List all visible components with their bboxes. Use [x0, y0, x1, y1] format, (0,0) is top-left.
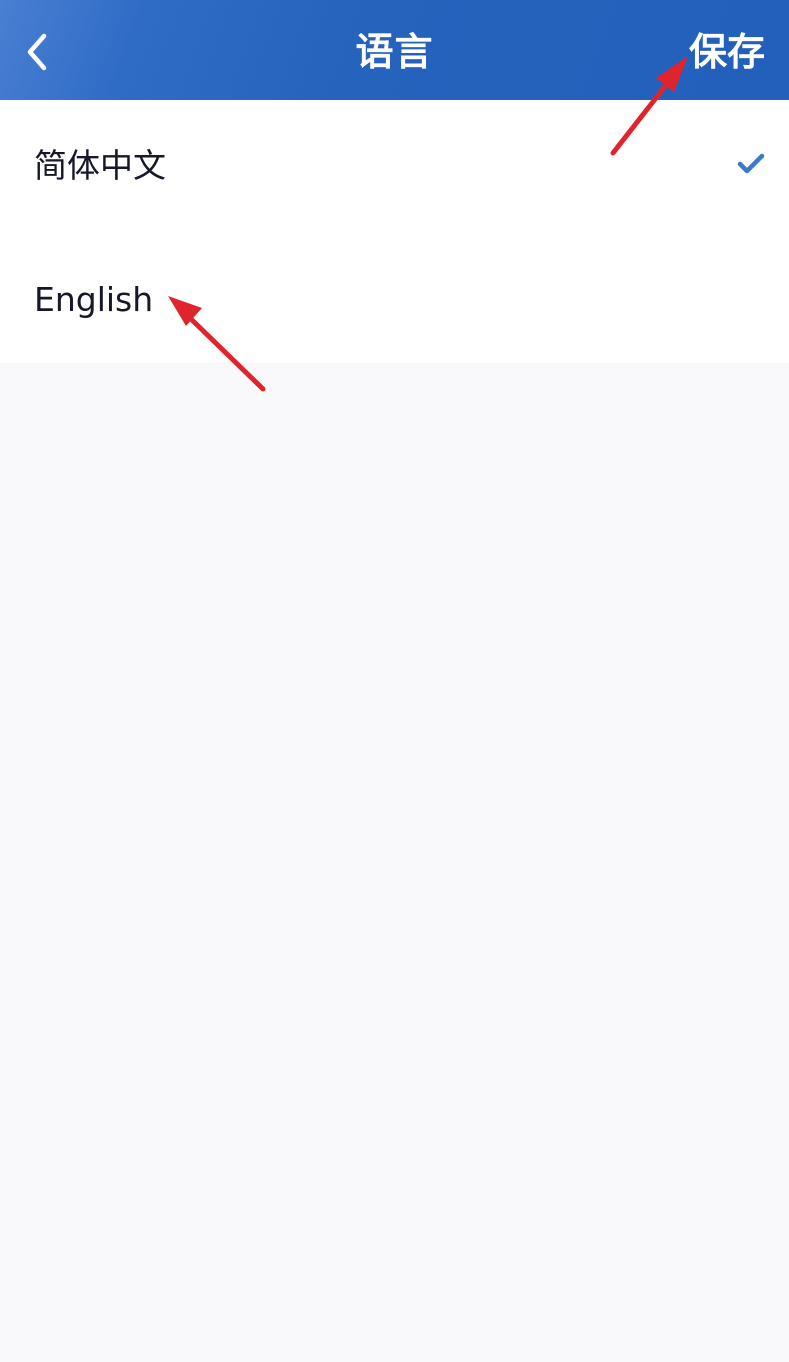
language-option-english[interactable]: English	[0, 231, 789, 361]
page-title: 语言	[355, 30, 434, 74]
app-header: 语言 保存	[0, 0, 789, 100]
language-label: 简体中文	[34, 146, 166, 185]
check-icon	[737, 153, 765, 174]
language-label: English	[34, 280, 154, 319]
save-button[interactable]: 保存	[689, 28, 765, 76]
language-list: 简体中文 English	[0, 100, 789, 363]
language-option-simplified-chinese[interactable]: 简体中文	[0, 100, 789, 230]
